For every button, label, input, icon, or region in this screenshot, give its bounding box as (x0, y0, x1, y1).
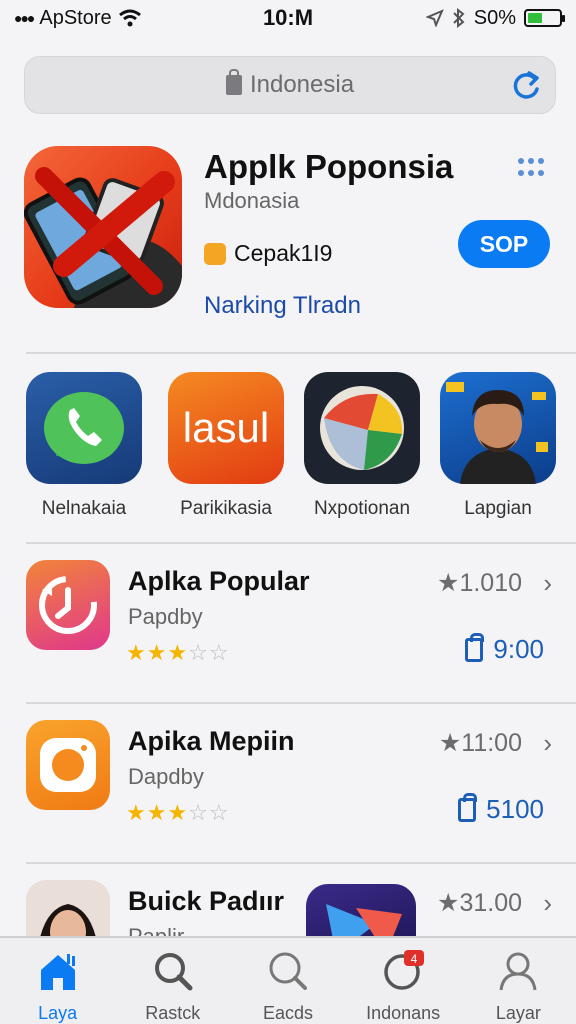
status-right: S0% (425, 6, 565, 30)
divider (26, 542, 576, 544)
bluetooth-icon (453, 8, 465, 28)
featured-app-title: Applk Poponsia (204, 148, 454, 185)
featured-app-icon[interactable] (24, 146, 182, 308)
chevron-right-icon[interactable]: › (543, 888, 552, 919)
list-item-subtitle: Paplir (128, 924, 184, 936)
search-text: Indonesia (249, 71, 355, 98)
lasul-icon-text: lasul (182, 404, 270, 451)
notification-badge: 4 (411, 952, 418, 966)
tab-bar: Laya Rastck Eacds 4 Indonans Layar (0, 936, 576, 1024)
list-item[interactable]: Apika Mepiin Dapdby ★★★☆☆ ★11:00 › 5100 (0, 706, 576, 856)
badge-icon (204, 242, 226, 265)
app-carousel: Nelnakaia lasul Parikikasia Nxpotionan L… (0, 372, 576, 532)
portrait-app-icon (440, 372, 556, 484)
star-rating: ★★★☆☆ (126, 640, 230, 665)
battery-percent: S0% (473, 6, 516, 29)
rating-value: ★1.010 (437, 568, 522, 598)
chevron-right-icon[interactable]: › (543, 568, 552, 599)
home-icon (40, 954, 75, 990)
star-rating: ★★★☆☆ (126, 800, 230, 825)
price-button[interactable]: 5100 (458, 792, 544, 825)
star-icon: ★ (438, 729, 462, 757)
carousel-item[interactable]: lasul Parikikasia (156, 372, 296, 520)
tab-label: Indonans (366, 1003, 441, 1023)
portrait-app-icon (26, 880, 110, 936)
status-bar: ●●● ApStore 10:M S0% (0, 0, 576, 36)
featured-app-link[interactable]: Narking Tlradn (204, 292, 361, 320)
tab-search[interactable]: Rastck (115, 938, 230, 1024)
price-value: 9:00 (493, 634, 544, 664)
tab-profile[interactable]: Layar (461, 938, 576, 1024)
featured-app-card[interactable]: Applk Poponsia Mdonasia Cepak1I9 Narking… (24, 146, 556, 319)
carrier-label: ApStore (39, 6, 112, 29)
reload-icon[interactable] (509, 69, 543, 103)
wifi-icon (118, 9, 141, 27)
price-button[interactable]: 9:00 (465, 632, 544, 665)
tab-label: Layar (495, 1003, 541, 1023)
colorful-ball-icon (304, 372, 420, 484)
refresh-clock-icon (26, 560, 110, 650)
notification-icon: 4 (384, 950, 425, 990)
tab-label: Eacds (262, 1003, 313, 1023)
divider (26, 352, 576, 354)
tab-search-2[interactable]: Eacds (230, 938, 345, 1024)
phone-chat-icon (26, 372, 142, 484)
carousel-item-label: Parikikasia (180, 498, 272, 519)
carousel-item-label: Lapgian (464, 498, 532, 519)
rating-number: 31.00 (459, 889, 522, 917)
status-left: ●●● ApStore (14, 7, 142, 30)
carousel-item[interactable]: Nxpotionan (292, 372, 432, 520)
tab-label: Laya (38, 1003, 78, 1023)
battery-icon (524, 9, 565, 27)
camera-app-icon (26, 720, 110, 810)
tab-home[interactable]: Laya (0, 938, 115, 1024)
crossed-phone-icon (24, 167, 182, 308)
list-item-subtitle: Dapdby (128, 764, 204, 789)
rating-value: ★11:00 (439, 728, 522, 758)
lasul-app-icon: lasul (168, 372, 284, 484)
get-button[interactable]: SOP (458, 220, 550, 268)
featured-app-badge: Cepak1I9 (204, 240, 332, 267)
search-icon (269, 952, 307, 990)
featured-app-subtitle: Mdonasia (204, 188, 300, 213)
badge-text: Cepak1I9 (234, 240, 333, 266)
list-item[interactable]: Aplka Popular Papdby ★★★☆☆ ★1.010 › 9:00 (0, 546, 576, 696)
star-icon: ★ (437, 889, 460, 917)
list-item-title: Buick Padıır (128, 886, 285, 916)
star-icon: ★ (437, 569, 460, 597)
profile-icon (499, 952, 537, 991)
list-item-title: Aplka Popular (128, 566, 310, 596)
carousel-item-label: Nxpotionan (313, 498, 411, 519)
address-search-bar[interactable]: Indonesia (24, 56, 556, 114)
rating-number: 1.010 (459, 569, 522, 597)
rating-value: ★31.00 (437, 888, 522, 918)
bag-icon (465, 632, 485, 662)
rating-number: 11:00 (461, 729, 522, 757)
tab-label: Rastck (145, 1003, 201, 1023)
carousel-item[interactable]: Nelnakaia (14, 372, 154, 520)
divider (26, 702, 576, 704)
carousel-item-label: Nelnakaia (41, 498, 127, 519)
chevron-right-icon[interactable]: › (543, 728, 552, 759)
search-text-group: Indonesia (225, 69, 355, 99)
list-item-title: Apika Mepiin (128, 726, 295, 756)
search-icon (154, 953, 193, 991)
more-options-icon[interactable] (516, 156, 546, 180)
list-item-subtitle: Papdby (128, 604, 203, 629)
lock-icon (225, 69, 242, 95)
play-app-icon[interactable] (306, 884, 416, 936)
bag-icon (458, 792, 478, 822)
signal-icon: ●●● (14, 10, 35, 26)
tab-notifications[interactable]: 4 Indonans (346, 938, 461, 1024)
carousel-item[interactable]: Lapgian (428, 372, 568, 520)
list-item[interactable]: Buick Padıır Paplir ★31.00 › (0, 866, 576, 936)
price-value: 5100 (486, 794, 544, 824)
divider (26, 862, 576, 864)
location-icon (425, 9, 444, 27)
